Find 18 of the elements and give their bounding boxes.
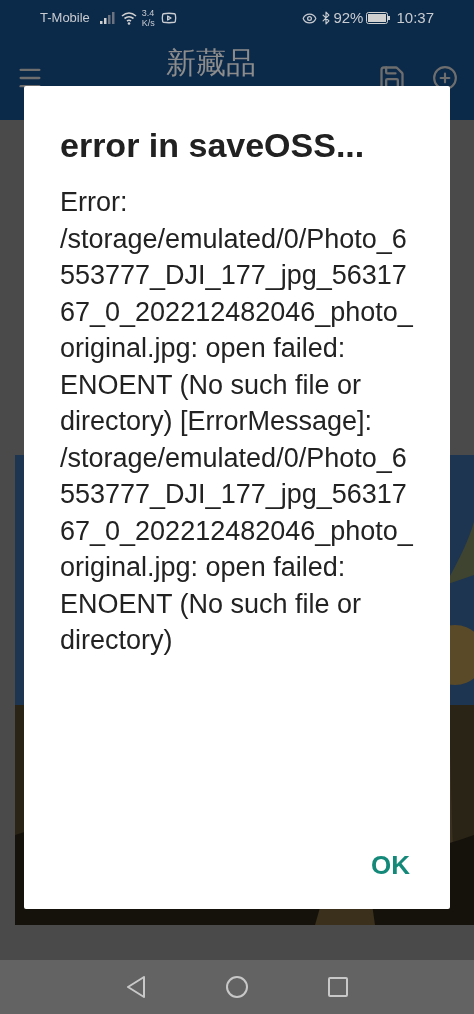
signal-icon: [99, 12, 116, 24]
recents-button[interactable]: [328, 977, 348, 997]
app-title: 新藏品: [166, 46, 256, 80]
network-speed: 3.4: [141, 8, 155, 18]
home-button[interactable]: [226, 976, 248, 998]
ok-button[interactable]: OK: [367, 842, 414, 889]
eye-icon: [302, 10, 318, 26]
carrier-name: T-Mobile: [40, 9, 90, 28]
clock: 10:37: [396, 7, 434, 28]
network-speed-unit: K/s: [141, 18, 155, 28]
battery-percent: 92%: [333, 7, 364, 28]
wifi-icon: [120, 11, 137, 25]
dialog-title: error in saveOSS...: [60, 125, 366, 166]
dialog-message: Error: /storage/emulated/0/Photo_6553777_DJI_177_jpg_5631767_0_202212482046_photo_original.jpg: open failed: ENOENT (No such file or directory) [ErrorMessage]: /storage/emulated/0/Photo_6553777_DJI_177_jpg_5631767_0_202212482046_photo_original.jpg: open failed: ENOENT (No such file or directory): [60, 186, 414, 657]
battery-icon: [366, 12, 391, 24]
back-button[interactable]: [126, 976, 146, 998]
video-app-icon: [160, 10, 177, 26]
add-button[interactable]: [432, 65, 458, 91]
